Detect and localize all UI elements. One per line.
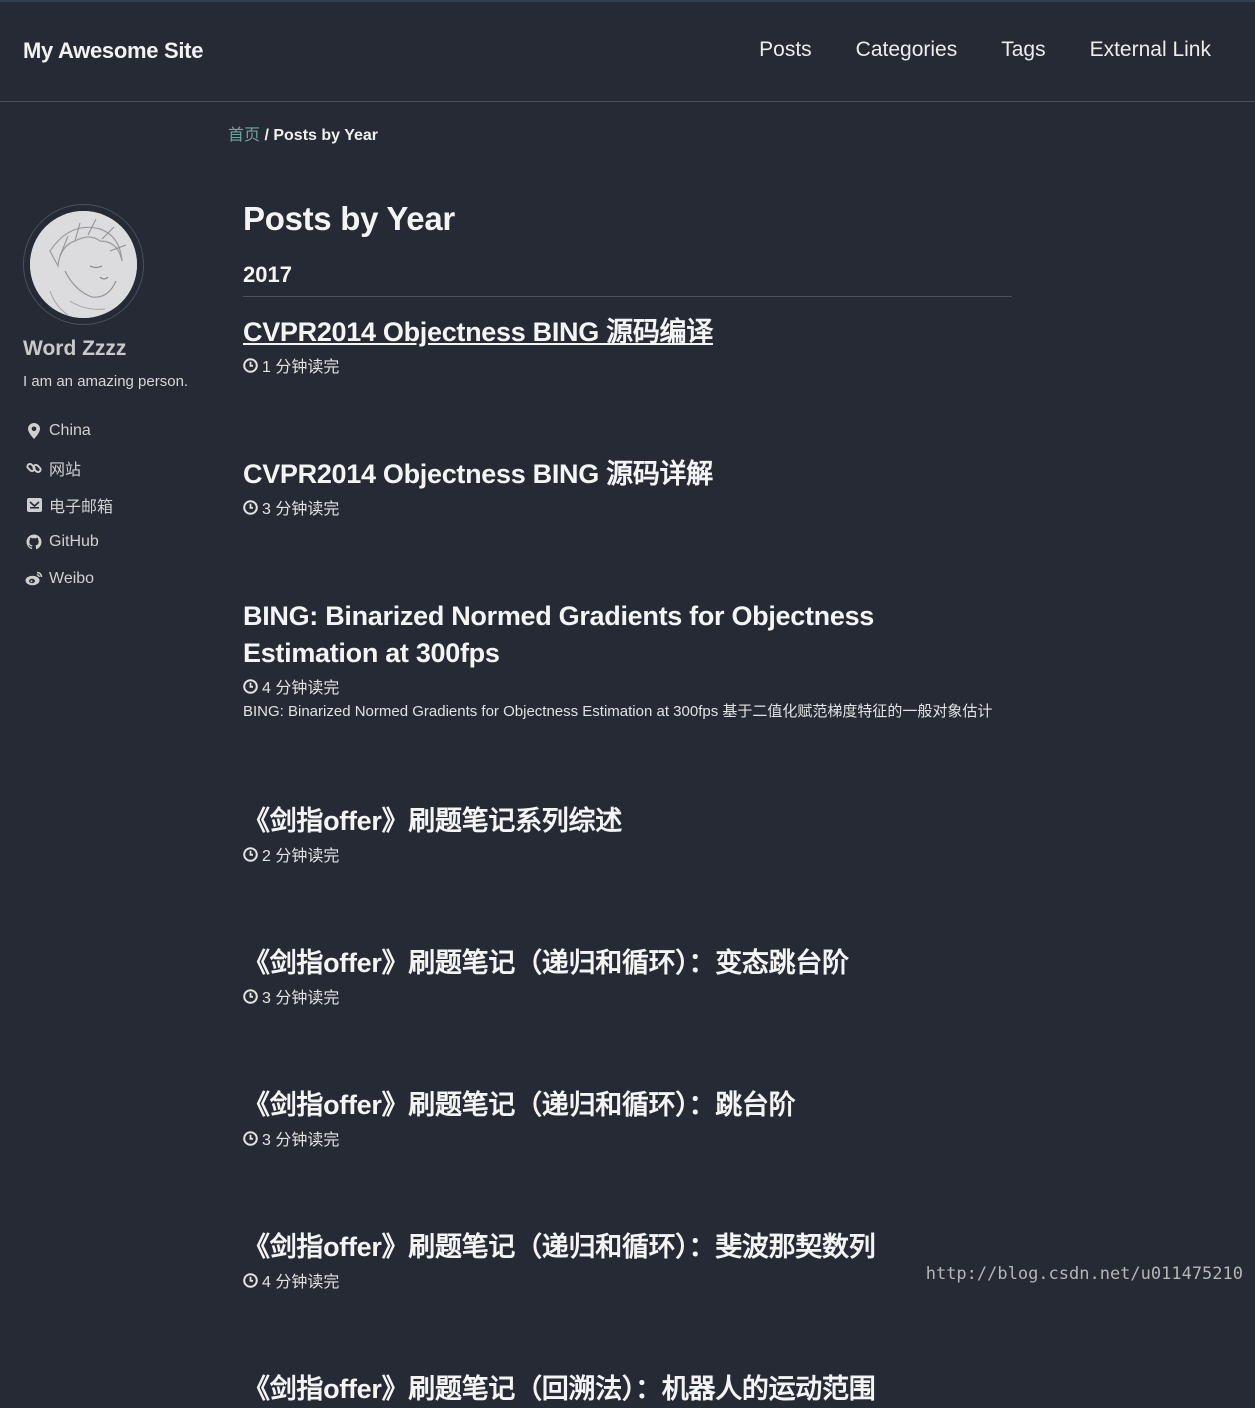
post-read-time: 3 分钟读完 — [243, 984, 1013, 1008]
clock-icon — [243, 846, 258, 862]
author-sidebar: Word Zzzz I am an amazing person. China … — [23, 204, 223, 597]
nav-categories-link[interactable]: Categories — [856, 38, 958, 62]
nav-external-link[interactable]: External Link — [1090, 38, 1211, 62]
post-item: CVPR2014 Objectness BING 源码编译 1 分钟读完 — [243, 314, 1013, 377]
breadcrumb: 首页 / Posts by Year — [228, 121, 378, 145]
post-read-time: 4 分钟读完 — [243, 674, 1013, 698]
post-item: 《剑指offer》刷题笔记（递归和循环）：变态跳台阶 3 分钟读完 — [243, 945, 1013, 1008]
github-icon — [24, 532, 44, 552]
read-time-label: 4 分钟读完 — [262, 1274, 340, 1291]
read-time-label: 3 分钟读完 — [262, 990, 340, 1007]
clock-icon — [243, 357, 258, 373]
year-heading: 2017 — [243, 262, 1012, 297]
site-title-link[interactable]: My Awesome Site — [23, 38, 203, 64]
breadcrumb-current: Posts by Year — [273, 127, 379, 144]
author-github-link[interactable]: GitHub — [23, 523, 223, 560]
author-name: Word Zzzz — [23, 337, 127, 360]
author-location: China — [23, 412, 223, 449]
clock-icon — [243, 678, 258, 694]
link-icon — [24, 458, 44, 478]
read-time-label: 2 分钟读完 — [262, 848, 340, 865]
post-item: CVPR2014 Objectness BING 源码详解 3 分钟读完 — [243, 456, 1013, 519]
post-excerpt: BING: Binarized Normed Gradients for Obj… — [243, 703, 993, 720]
read-time-label: 1 分钟读完 — [262, 359, 340, 376]
clock-icon — [243, 988, 258, 1004]
author-website-link[interactable]: 网站 — [23, 449, 223, 486]
post-item: BING: Binarized Normed Gradients for Obj… — [243, 598, 1013, 724]
read-time-label: 3 分钟读完 — [262, 501, 340, 518]
main-nav: Posts Categories Tags External Link — [715, 38, 1211, 62]
breadcrumb-separator: / — [260, 127, 274, 144]
post-item: 《剑指offer》刷题笔记系列综述 2 分钟读完 — [243, 803, 1013, 866]
nav-posts-link[interactable]: Posts — [759, 38, 812, 62]
post-read-time: 3 分钟读完 — [243, 495, 1013, 519]
clock-icon — [243, 1130, 258, 1146]
clock-icon — [243, 1272, 258, 1288]
author-links: China 网站 电子邮箱 GitHub Weibo — [23, 412, 223, 597]
author-email-link[interactable]: 电子邮箱 — [23, 486, 223, 523]
map-marker-icon — [24, 421, 44, 441]
nav-tags-link[interactable]: Tags — [1001, 38, 1045, 62]
post-title-link[interactable]: CVPR2014 Objectness BING 源码详解 — [243, 459, 713, 489]
author-weibo-link[interactable]: Weibo — [23, 560, 223, 597]
top-navigation-bar: My Awesome Site Posts Categories Tags Ex… — [0, 0, 1255, 102]
envelope-icon — [24, 495, 44, 515]
post-read-time: 2 分钟读完 — [243, 842, 1013, 866]
author-location-label: China — [49, 421, 91, 439]
post-title-link[interactable]: 《剑指offer》刷题笔记（递归和循环）：斐波那契数列 — [243, 1232, 876, 1262]
post-item: 《剑指offer》刷题笔记（递归和循环）：跳台阶 3 分钟读完 — [243, 1087, 1013, 1150]
post-read-time: 4 分钟读完 — [243, 1268, 1013, 1292]
post-read-time: 3 分钟读完 — [243, 1126, 1013, 1150]
post-item: 《剑指offer》刷题笔记（回溯法）：机器人的运动范围 — [243, 1371, 1013, 1408]
post-read-time: 1 分钟读完 — [243, 353, 1013, 377]
breadcrumb-home-link[interactable]: 首页 — [228, 127, 260, 144]
post-title-link[interactable]: CVPR2014 Objectness BING 源码编译 — [243, 317, 713, 347]
page-title: Posts by Year — [243, 200, 455, 237]
post-title-link[interactable]: 《剑指offer》刷题笔记（递归和循环）：跳台阶 — [243, 1090, 796, 1120]
avatar — [23, 204, 144, 325]
avatar-image — [30, 211, 137, 318]
clock-icon — [243, 499, 258, 515]
read-time-label: 3 分钟读完 — [262, 1132, 340, 1149]
watermark: http://blog.csdn.net/u011475210 — [925, 1264, 1243, 1284]
post-title-link[interactable]: 《剑指offer》刷题笔记（回溯法）：机器人的运动范围 — [243, 1374, 876, 1404]
author-email-label[interactable]: 电子邮箱 — [49, 493, 113, 517]
main-content: Posts by Year 2017 CVPR2014 Objectness B… — [243, 200, 1013, 1408]
weibo-icon — [24, 569, 44, 589]
read-time-label: 4 分钟读完 — [262, 680, 340, 697]
author-bio: I am an amazing person. — [23, 373, 189, 390]
post-title-link[interactable]: BING: Binarized Normed Gradients for Obj… — [243, 601, 874, 668]
post-title-link[interactable]: 《剑指offer》刷题笔记系列综述 — [243, 806, 622, 836]
post-item: 《剑指offer》刷题笔记（递归和循环）：斐波那契数列 4 分钟读完 — [243, 1229, 1013, 1292]
author-weibo-label[interactable]: Weibo — [49, 570, 94, 588]
author-website-label[interactable]: 网站 — [49, 456, 81, 480]
post-title-link[interactable]: 《剑指offer》刷题笔记（递归和循环）：变态跳台阶 — [243, 948, 849, 978]
author-github-label[interactable]: GitHub — [49, 533, 99, 551]
